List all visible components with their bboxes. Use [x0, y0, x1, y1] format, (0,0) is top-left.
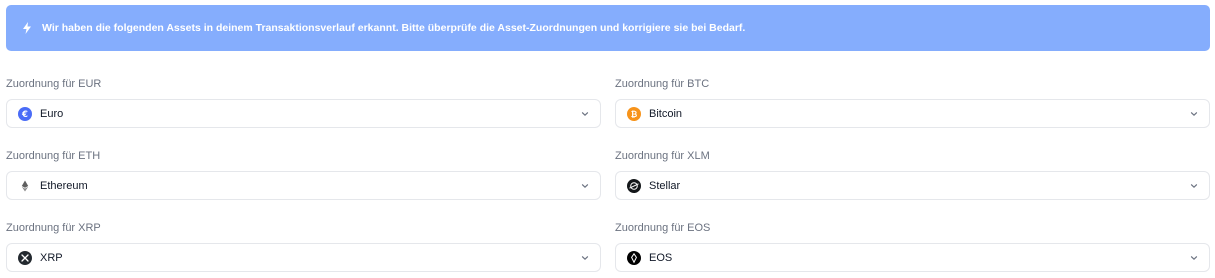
stellar-icon: [627, 178, 641, 193]
mapping-field-eth: Zuordnung für ETH Ethereum: [6, 149, 601, 200]
asset-select-xrp[interactable]: XRP: [6, 243, 601, 272]
chevron-down-icon: [580, 253, 590, 263]
field-label: Zuordnung für BTC: [615, 78, 710, 90]
select-value: Euro: [40, 107, 64, 120]
chevron-down-icon: [580, 109, 590, 119]
mapping-field-xlm: Zuordnung für XLM Stellar: [615, 149, 1210, 200]
ethereum-icon: [18, 178, 32, 193]
chevron-down-icon: [1189, 181, 1199, 191]
field-label: Zuordnung für XRP: [6, 222, 101, 234]
field-label: Zuordnung für EOS: [615, 222, 711, 234]
bitcoin-icon: ₿: [627, 106, 641, 121]
field-label: Zuordnung für EUR: [6, 78, 102, 90]
field-label: Zuordnung für ETH: [6, 150, 101, 162]
asset-select-btc[interactable]: ₿ Bitcoin: [615, 99, 1210, 128]
lightning-icon: [20, 21, 34, 35]
chevron-down-icon: [1189, 253, 1199, 263]
svg-text:€: €: [21, 110, 28, 120]
field-label: Zuordnung für XLM: [615, 150, 710, 162]
chevron-down-icon: [580, 181, 590, 191]
chevron-down-icon: [1189, 109, 1199, 119]
mapping-field-eos: Zuordnung für EOS EOS: [615, 221, 1210, 272]
select-value: XRP: [40, 251, 63, 264]
svg-text:₿: ₿: [631, 110, 638, 119]
xrp-icon: [18, 250, 32, 265]
mapping-field-btc: Zuordnung für BTC ₿ Bitcoin: [615, 77, 1210, 128]
select-value: EOS: [649, 251, 673, 264]
asset-select-eur[interactable]: € Euro: [6, 99, 601, 128]
eos-icon: [627, 250, 641, 265]
select-value: Stellar: [649, 179, 681, 192]
mapping-field-xrp: Zuordnung für XRP XRP: [6, 221, 601, 272]
select-value: Ethereum: [40, 179, 88, 192]
asset-select-eth[interactable]: Ethereum: [6, 171, 601, 200]
select-value: Bitcoin: [649, 107, 683, 120]
euro-icon: €: [18, 106, 32, 121]
mapping-field-eur: Zuordnung für EUR € Euro: [6, 77, 601, 128]
info-banner: Wir haben die folgenden Assets in deinem…: [6, 5, 1210, 51]
asset-select-xlm[interactable]: Stellar: [615, 171, 1210, 200]
asset-select-eos[interactable]: EOS: [615, 243, 1210, 272]
banner-text: Wir haben die folgenden Assets in deinem…: [42, 22, 746, 34]
